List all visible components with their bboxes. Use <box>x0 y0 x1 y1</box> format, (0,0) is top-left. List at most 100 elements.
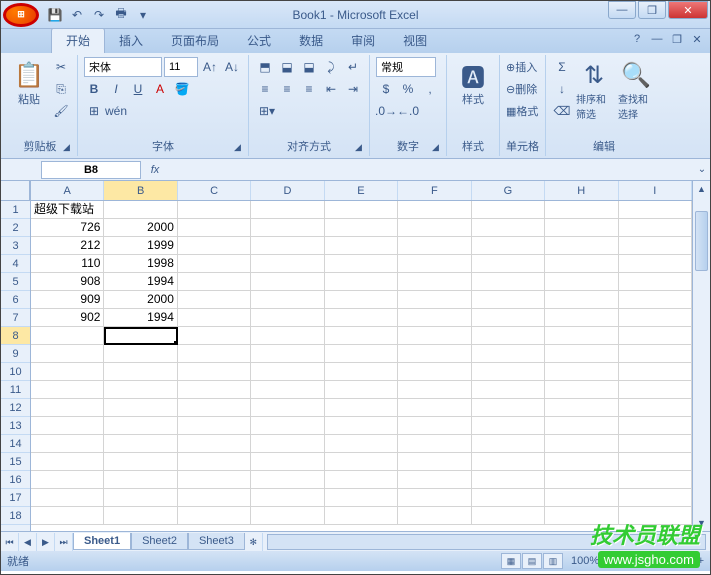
row-header-6[interactable]: 6 <box>1 291 30 309</box>
sheet-last-icon[interactable]: ⏭ <box>55 533 73 551</box>
cell-D2[interactable] <box>251 219 324 237</box>
cell-G3[interactable] <box>472 237 545 255</box>
horizontal-scrollbar[interactable] <box>267 534 706 550</box>
cell-A18[interactable] <box>31 507 104 525</box>
cell-G6[interactable] <box>472 291 545 309</box>
paste-button[interactable]: 📋 粘贴 <box>9 57 49 109</box>
styles-button[interactable]: 🅰 样式 <box>453 57 493 109</box>
cell-B6[interactable]: 2000 <box>104 291 177 309</box>
ribbon-tab-4[interactable]: 数据 <box>285 28 337 53</box>
cell-D14[interactable] <box>251 435 324 453</box>
cell-G15[interactable] <box>472 453 545 471</box>
cell-F3[interactable] <box>398 237 471 255</box>
cell-F2[interactable] <box>398 219 471 237</box>
copy-icon[interactable]: ⎘ <box>51 79 71 99</box>
col-header-A[interactable]: A <box>31 181 104 200</box>
col-header-E[interactable]: E <box>325 181 398 200</box>
borders-icon[interactable]: ⊞ <box>84 101 104 121</box>
cell-I11[interactable] <box>619 381 692 399</box>
cell-C4[interactable] <box>178 255 251 273</box>
ribbon-tab-1[interactable]: 插入 <box>105 28 157 53</box>
cell-F8[interactable] <box>398 327 471 345</box>
cell-F6[interactable] <box>398 291 471 309</box>
underline-button[interactable]: U <box>128 79 148 99</box>
align-right-icon[interactable]: ≡ <box>299 79 319 99</box>
row-header-8[interactable]: 8 <box>1 327 30 345</box>
cell-E5[interactable] <box>325 273 398 291</box>
cell-E2[interactable] <box>325 219 398 237</box>
cell-E18[interactable] <box>325 507 398 525</box>
cell-E9[interactable] <box>325 345 398 363</box>
cell-B5[interactable]: 1994 <box>104 273 177 291</box>
cell-B13[interactable] <box>104 417 177 435</box>
formula-input[interactable] <box>165 161 694 179</box>
cell-E17[interactable] <box>325 489 398 507</box>
cell-I18[interactable] <box>619 507 692 525</box>
cell-H3[interactable] <box>545 237 618 255</box>
row-header-16[interactable]: 16 <box>1 471 30 489</box>
zoom-in-icon[interactable]: + <box>698 555 704 567</box>
qat-dropdown-icon[interactable]: ▾ <box>133 5 153 25</box>
cell-H16[interactable] <box>545 471 618 489</box>
cell-E1[interactable] <box>325 201 398 219</box>
autosum-icon[interactable]: Σ <box>552 57 572 77</box>
delete-cells-button[interactable]: ⊖ 删除 <box>506 79 537 99</box>
scroll-down-icon[interactable]: ▼ <box>693 515 710 531</box>
cell-A9[interactable] <box>31 345 104 363</box>
doc-restore-button[interactable]: ❐ <box>670 33 684 47</box>
row-header-5[interactable]: 5 <box>1 273 30 291</box>
cell-G14[interactable] <box>472 435 545 453</box>
alignment-launcher[interactable]: ◢ <box>355 142 367 154</box>
cell-G16[interactable] <box>472 471 545 489</box>
cell-I17[interactable] <box>619 489 692 507</box>
orientation-icon[interactable]: ⤸ <box>321 57 341 77</box>
cell-C12[interactable] <box>178 399 251 417</box>
cell-C14[interactable] <box>178 435 251 453</box>
row-header-11[interactable]: 11 <box>1 381 30 399</box>
number-format-combo[interactable] <box>376 57 436 77</box>
vertical-scrollbar[interactable]: ▲ ▼ <box>692 181 710 531</box>
row-header-17[interactable]: 17 <box>1 489 30 507</box>
cell-A15[interactable] <box>31 453 104 471</box>
cell-E6[interactable] <box>325 291 398 309</box>
cell-H11[interactable] <box>545 381 618 399</box>
cell-H2[interactable] <box>545 219 618 237</box>
cell-I9[interactable] <box>619 345 692 363</box>
cell-H1[interactable] <box>545 201 618 219</box>
cell-E10[interactable] <box>325 363 398 381</box>
sheet-tab-Sheet1[interactable]: Sheet1 <box>73 533 131 550</box>
cell-D11[interactable] <box>251 381 324 399</box>
cell-I14[interactable] <box>619 435 692 453</box>
cell-I15[interactable] <box>619 453 692 471</box>
cell-F11[interactable] <box>398 381 471 399</box>
find-select-button[interactable]: 🔍 查找和选择 <box>616 57 656 123</box>
cell-D15[interactable] <box>251 453 324 471</box>
zoom-slider[interactable] <box>614 559 694 563</box>
number-launcher[interactable]: ◢ <box>432 142 444 154</box>
cell-G17[interactable] <box>472 489 545 507</box>
cell-C8[interactable] <box>178 327 251 345</box>
cell-I16[interactable] <box>619 471 692 489</box>
cell-I2[interactable] <box>619 219 692 237</box>
align-middle-icon[interactable]: ⬓ <box>277 57 297 77</box>
cell-F1[interactable] <box>398 201 471 219</box>
decrease-decimal-icon[interactable]: ←.0 <box>398 101 418 121</box>
align-bottom-icon[interactable]: ⬓ <box>299 57 319 77</box>
cell-H10[interactable] <box>545 363 618 381</box>
cell-E8[interactable] <box>325 327 398 345</box>
cell-E15[interactable] <box>325 453 398 471</box>
cell-B7[interactable]: 1994 <box>104 309 177 327</box>
scroll-up-icon[interactable]: ▲ <box>693 181 710 197</box>
cell-G4[interactable] <box>472 255 545 273</box>
ribbon-tab-5[interactable]: 审阅 <box>337 28 389 53</box>
cell-F4[interactable] <box>398 255 471 273</box>
office-button[interactable]: ⊞ <box>3 3 39 27</box>
cell-H14[interactable] <box>545 435 618 453</box>
cell-D1[interactable] <box>251 201 324 219</box>
cell-I10[interactable] <box>619 363 692 381</box>
cell-A7[interactable]: 902 <box>31 309 104 327</box>
cell-B15[interactable] <box>104 453 177 471</box>
merge-cells-icon[interactable]: ⊞▾ <box>255 101 279 121</box>
shrink-font-icon[interactable]: A↓ <box>222 57 242 77</box>
align-center-icon[interactable]: ≡ <box>277 79 297 99</box>
